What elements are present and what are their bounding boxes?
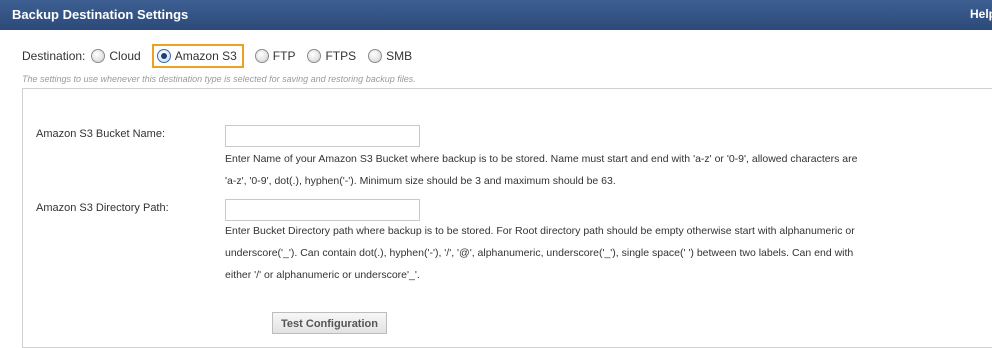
radio-ftps-icon[interactable] — [307, 49, 322, 63]
radio-cloud-icon[interactable] — [91, 49, 106, 63]
option-label-amazon-s3: Amazon S3 — [174, 49, 237, 63]
option-label-cloud: Cloud — [109, 49, 141, 63]
bucket-desc-line-2: 'a-z', '0-9', dot(.), hyphen('-'). Minim… — [225, 175, 616, 187]
settings-panel — [22, 88, 992, 348]
section-header: Backup Destination Settings Help — [0, 0, 992, 30]
directory-desc-line-1: Enter Bucket Directory path where backup… — [225, 225, 855, 237]
destination-option-smb[interactable]: SMB — [365, 44, 415, 68]
radio-smb-icon[interactable] — [368, 49, 383, 63]
bucket-name-label: Amazon S3 Bucket Name: — [36, 128, 166, 140]
directory-path-label: Amazon S3 Directory Path: — [36, 202, 169, 214]
bucket-desc-line-1: Enter Name of your Amazon S3 Bucket wher… — [225, 153, 858, 165]
directory-path-input[interactable] — [225, 199, 420, 221]
destination-option-ftp[interactable]: FTP — [252, 44, 299, 68]
directory-desc-line-2: underscore('_'). Can contain dot(.), hyp… — [225, 247, 854, 259]
radio-ftp-icon[interactable] — [254, 49, 269, 63]
destination-hint: The settings to use whenever this destin… — [22, 74, 416, 84]
option-label-smb: SMB — [386, 49, 413, 63]
radio-amazon-s3-icon[interactable] — [156, 49, 171, 63]
section-title: Backup Destination Settings — [12, 7, 189, 22]
option-label-ftp: FTP — [272, 49, 296, 63]
directory-desc-line-3: either '/' or alphanumeric or underscore… — [225, 269, 420, 281]
destination-option-amazon-s3[interactable]: Amazon S3 — [151, 44, 244, 68]
directory-path-description: Enter Bucket Directory path where backup… — [225, 220, 965, 286]
bucket-name-input[interactable] — [225, 125, 420, 147]
option-label-ftps: FTPS — [325, 49, 357, 63]
destination-label: Destination: — [22, 49, 86, 63]
destination-option-cloud[interactable]: Cloud — [88, 44, 143, 68]
destination-option-ftps[interactable]: FTPS — [304, 44, 359, 68]
destination-radio-group: Destination: Cloud Amazon S3 FTP FTPS SM… — [22, 44, 421, 68]
help-link[interactable]: Help — [970, 7, 992, 21]
bucket-name-description: Enter Name of your Amazon S3 Bucket wher… — [225, 148, 965, 192]
